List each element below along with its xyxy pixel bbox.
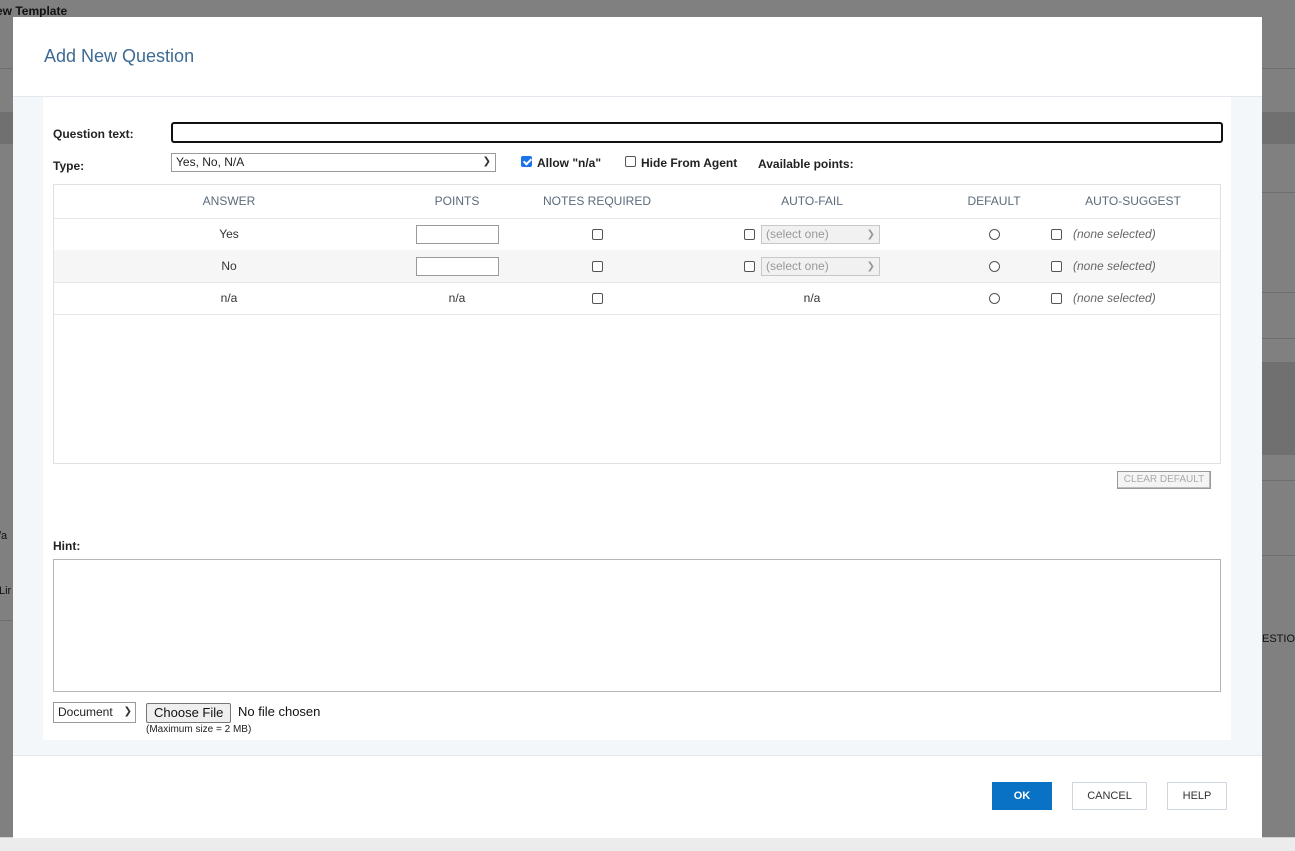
background-fragment: /a [0, 530, 8, 542]
hint-textarea[interactable] [53, 559, 1221, 692]
answer-cell: No [221, 259, 237, 273]
hide-from-agent-checkbox[interactable] [625, 156, 636, 168]
type-select[interactable]: Yes, No, N/A ❯ [171, 153, 496, 172]
auto-fail-checkbox[interactable] [744, 261, 755, 273]
background-divider [1262, 480, 1295, 481]
auto-fail-select[interactable]: (select one) ❯ [761, 225, 880, 245]
notes-required-cell [527, 282, 667, 314]
chevron-down-icon: ❯ [482, 156, 491, 167]
table-row: No (select one) ❯ (none selected) [54, 250, 1220, 283]
background-divider [1262, 292, 1295, 293]
auto-fail-select[interactable]: (select one) ❯ [761, 257, 880, 277]
points-cell [407, 218, 507, 250]
available-points-label: Available points: [758, 157, 854, 171]
chevron-down-icon: ❯ [866, 261, 875, 273]
dialog-body: Question text: Type: Yes, No, N/A ❯ Allo… [13, 97, 1262, 755]
auto-fail-cell: (select one) ❯ [737, 250, 887, 282]
default-cell [954, 250, 1034, 282]
dialog-header: Add New Question [13, 17, 1262, 97]
question-text-label: Question text: [53, 127, 134, 141]
hide-from-agent-option[interactable]: Hide From Agent [625, 156, 737, 170]
max-size-note: (Maximum size = 2 MB) [146, 724, 252, 735]
table-row: n/a n/a n/a (none selected) [54, 282, 1220, 315]
points-input[interactable] [415, 257, 499, 277]
file-status: No file chosen [238, 704, 321, 719]
hint-label: Hint: [53, 539, 81, 553]
attachment-type-value: Document [58, 705, 113, 719]
auto-fail-select-value: (select one) [766, 227, 829, 242]
type-select-value: Yes, No, N/A [176, 155, 245, 169]
auto-suggest-cell: (none selected) [1051, 282, 1221, 314]
column-header-points: POINTS [434, 194, 480, 208]
answer-cell: n/a [220, 291, 238, 305]
auto-suggest-checkbox[interactable] [1051, 261, 1062, 273]
auto-suggest-cell: (none selected) [1051, 218, 1221, 250]
points-cell: n/a [448, 291, 466, 305]
auto-fail-select-value: (select one) [766, 259, 829, 274]
ok-button[interactable]: OK [992, 782, 1052, 810]
auto-fail-checkbox[interactable] [744, 229, 755, 241]
notes-required-checkbox[interactable] [591, 261, 603, 273]
default-radio[interactable] [988, 293, 1000, 305]
add-question-dialog: Add New Question Question text: Type: Ye… [13, 17, 1262, 838]
allow-na-label: Allow "n/a" [537, 156, 602, 170]
answers-table: ANSWER POINTS NOTES REQUIRED AUTO-FAIL D… [53, 184, 1221, 464]
help-button[interactable]: HELP [1167, 782, 1227, 810]
default-cell [954, 282, 1034, 314]
default-radio[interactable] [988, 261, 1000, 273]
dialog-title: Add New Question [44, 46, 195, 66]
cancel-button[interactable]: CANCEL [1072, 782, 1147, 810]
question-text-input[interactable] [171, 122, 1223, 143]
column-header-answer: ANSWER [202, 194, 256, 208]
table-row: Yes (select one) ❯ (none selected) [54, 218, 1220, 251]
dialog-footer: OK CANCEL HELP [13, 755, 1262, 838]
answer-cell: Yes [219, 227, 239, 241]
chevron-down-icon: ❯ [123, 706, 132, 717]
default-radio[interactable] [988, 229, 1000, 241]
auto-suggest-value: (none selected) [1073, 259, 1156, 273]
hide-from-agent-label: Hide From Agent [641, 156, 738, 170]
notes-required-checkbox[interactable] [591, 229, 603, 241]
auto-fail-cell: n/a [803, 291, 821, 305]
background-divider [1262, 338, 1295, 339]
background-page-title: ew Template [0, 4, 68, 18]
table-header-row: ANSWER POINTS NOTES REQUIRED AUTO-FAIL D… [54, 185, 1220, 219]
notes-required-cell [527, 250, 667, 282]
auto-suggest-checkbox[interactable] [1051, 229, 1062, 241]
allow-na-checkbox[interactable] [521, 156, 532, 168]
notes-required-checkbox[interactable] [591, 293, 603, 305]
type-label: Type: [53, 159, 85, 173]
background-divider [1262, 555, 1295, 556]
question-form: Question text: Type: Yes, No, N/A ❯ Allo… [43, 97, 1231, 740]
background-band [1262, 362, 1295, 455]
choose-file-button[interactable]: Choose File [146, 703, 232, 723]
column-header-notes-required: NOTES REQUIRED [542, 194, 651, 208]
default-cell [954, 218, 1034, 250]
auto-fail-cell: (select one) ❯ [737, 218, 887, 250]
column-header-default: DEFAULT [967, 194, 1021, 208]
notes-required-cell [527, 218, 667, 250]
clear-default-button[interactable]: CLEAR DEFAULT [1117, 471, 1211, 489]
column-header-auto-suggest: AUTO-SUGGEST [1085, 194, 1181, 208]
background-bottom-bar [0, 837, 1295, 851]
auto-suggest-value: (none selected) [1073, 227, 1156, 241]
points-cell [407, 250, 507, 282]
auto-suggest-checkbox[interactable] [1051, 293, 1062, 305]
auto-suggest-value: (none selected) [1073, 291, 1156, 305]
allow-na-option[interactable]: Allow "n/a" [521, 156, 601, 170]
points-input[interactable] [415, 225, 499, 245]
attachment-type-select[interactable]: Document ❯ [53, 702, 136, 723]
background-fragment: Lir [0, 585, 12, 597]
chevron-down-icon: ❯ [866, 229, 875, 241]
column-header-auto-fail: AUTO-FAIL [781, 194, 843, 208]
background-divider [0, 620, 13, 621]
background-divider [1262, 192, 1295, 193]
background-fragment: ESTION [1262, 633, 1295, 645]
auto-suggest-cell: (none selected) [1051, 250, 1221, 282]
